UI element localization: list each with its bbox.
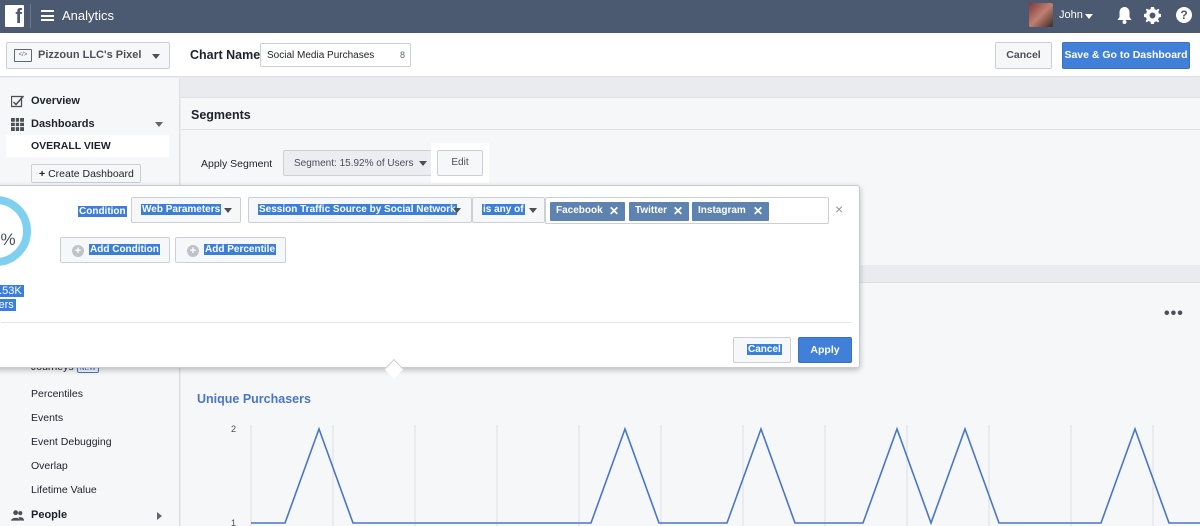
sidebar-item-event-debugging[interactable]: Event Debugging — [31, 436, 112, 448]
y-tick-label: 2 — [231, 424, 236, 434]
facebook-logo-icon[interactable]: f — [5, 5, 24, 28]
tag-facebook: Facebook ✕ — [550, 202, 625, 221]
close-icon[interactable]: × — [835, 201, 843, 217]
users-count: 1.53K — [0, 285, 24, 297]
pixel-code-icon: </> — [14, 49, 32, 62]
dialog-apply-button[interactable]: Apply — [798, 337, 852, 363]
dialog-cancel-label: Cancel — [747, 344, 782, 355]
y-tick-label: 1 — [231, 518, 236, 526]
people-icon — [11, 510, 24, 521]
tag-label: Twitter — [635, 205, 668, 216]
segment-select[interactable]: Segment: 15.92% of Users — [283, 150, 433, 176]
user-name[interactable]: John — [1059, 9, 1083, 21]
segment-select-value: Segment: 15.92% of Users — [294, 158, 414, 169]
create-dashboard-button[interactable]: + Create Dashboard — [31, 164, 141, 183]
add-percentile-label: Add Percentile — [204, 244, 277, 255]
sidebar-item-events[interactable]: Events — [31, 412, 63, 424]
app-title: Analytics — [62, 8, 115, 23]
chevron-down-icon — [419, 161, 427, 166]
pixel-select[interactable]: </> Pizzoun LLC's Pixel — [6, 42, 170, 69]
percentage-value: 2% — [0, 230, 16, 249]
sidebar-item-overall-view[interactable]: OVERALL VIEW — [6, 135, 169, 157]
sidebar-item-percentiles[interactable]: Percentiles — [31, 388, 83, 400]
plus-icon: + — [187, 245, 199, 257]
parameter-name-select[interactable]: Session Traffic Source by Social Network — [248, 197, 472, 223]
tag-instagram: Instagram ✕ — [692, 202, 769, 221]
dialog-cancel-button[interactable]: Cancel — [733, 337, 791, 363]
chevron-down-icon — [224, 208, 232, 213]
chart-toolbar: </> Pizzoun LLC's Pixel Chart Name 8 Can… — [0, 33, 1200, 77]
create-dashboard-label: Create Dashboard — [48, 168, 134, 180]
edit-segment-button[interactable]: Edit — [437, 150, 483, 176]
chevron-down-icon — [152, 54, 160, 59]
top-bar: f Analytics John ? — [0, 0, 1200, 33]
apply-segment-label: Apply Segment — [201, 158, 273, 170]
parameter-name-value: Session Traffic Source by Social Network — [258, 204, 457, 215]
chart-title: Unique Purchasers — [197, 392, 311, 406]
gear-icon[interactable] — [1144, 7, 1161, 24]
parameter-type-select[interactable]: Web Parameters — [131, 197, 241, 223]
save-and-go-button[interactable]: Save & Go to Dashboard — [1062, 42, 1190, 69]
more-options-icon[interactable]: ••• — [1164, 305, 1184, 323]
line-chart: 21 — [231, 424, 1200, 526]
sidebar-item-overlap[interactable]: Overlap — [31, 460, 68, 472]
plus-icon: + — [39, 168, 46, 180]
sidebar-item-label: People — [31, 509, 68, 521]
tag-twitter: Twitter ✕ — [629, 202, 689, 221]
close-icon[interactable]: ✕ — [673, 204, 683, 218]
chevron-down-icon — [529, 208, 537, 213]
tag-label: Instagram — [698, 205, 746, 216]
add-condition-label: Add Condition — [89, 244, 160, 255]
chart-name-label: Chart Name — [190, 48, 261, 62]
operator-value: is any of — [482, 204, 525, 215]
hamburger-menu-icon[interactable] — [41, 10, 54, 21]
divider — [1, 322, 851, 323]
sidebar-item-dashboards[interactable]: Dashboards — [0, 115, 180, 135]
topbar-divider — [30, 4, 31, 28]
sidebar-item-label: Overview — [31, 95, 80, 107]
add-percentile-button[interactable]: + Add Percentile — [175, 237, 286, 263]
pixel-select-label: Pizzoun LLC's Pixel — [38, 49, 142, 61]
sidebar-item-label: Dashboards — [31, 118, 95, 130]
tag-label: Facebook — [556, 205, 603, 216]
char-count: 8 — [400, 50, 406, 60]
add-condition-button[interactable]: + Add Condition — [60, 237, 170, 263]
avatar[interactable] — [1029, 3, 1053, 27]
condition-label: Condition — [78, 206, 127, 217]
overview-icon — [11, 95, 24, 108]
values-input[interactable]: Facebook ✕ Twitter ✕ Instagram ✕ — [545, 197, 829, 224]
chevron-right-icon — [157, 512, 162, 520]
sidebar-item-people[interactable]: People — [0, 506, 180, 526]
dashboard-grid-icon — [11, 118, 24, 131]
bell-icon[interactable] — [1117, 7, 1132, 24]
chart-name-input[interactable] — [260, 43, 411, 67]
cancel-button[interactable]: Cancel — [995, 42, 1052, 69]
plus-icon: + — [72, 245, 84, 257]
users-label: sers — [0, 299, 16, 311]
sidebar-item-overview[interactable]: Overview — [0, 92, 180, 112]
close-icon[interactable]: ✕ — [753, 204, 763, 218]
segments-title: Segments — [191, 108, 251, 122]
close-icon[interactable]: ✕ — [609, 204, 619, 218]
chevron-down-icon[interactable] — [1085, 14, 1093, 19]
segment-dialog: 2% 1.53K sers Condition Web Parameters S… — [0, 185, 860, 379]
operator-select[interactable]: is any of — [472, 197, 545, 223]
chevron-down-icon — [155, 122, 163, 127]
sidebar-item-lifetime-value[interactable]: Lifetime Value — [31, 484, 97, 496]
divider — [181, 129, 1200, 130]
help-icon[interactable]: ? — [1176, 7, 1192, 23]
chevron-down-icon — [453, 208, 461, 213]
parameter-type-value: Web Parameters — [141, 204, 222, 215]
series-line — [251, 426, 1200, 526]
